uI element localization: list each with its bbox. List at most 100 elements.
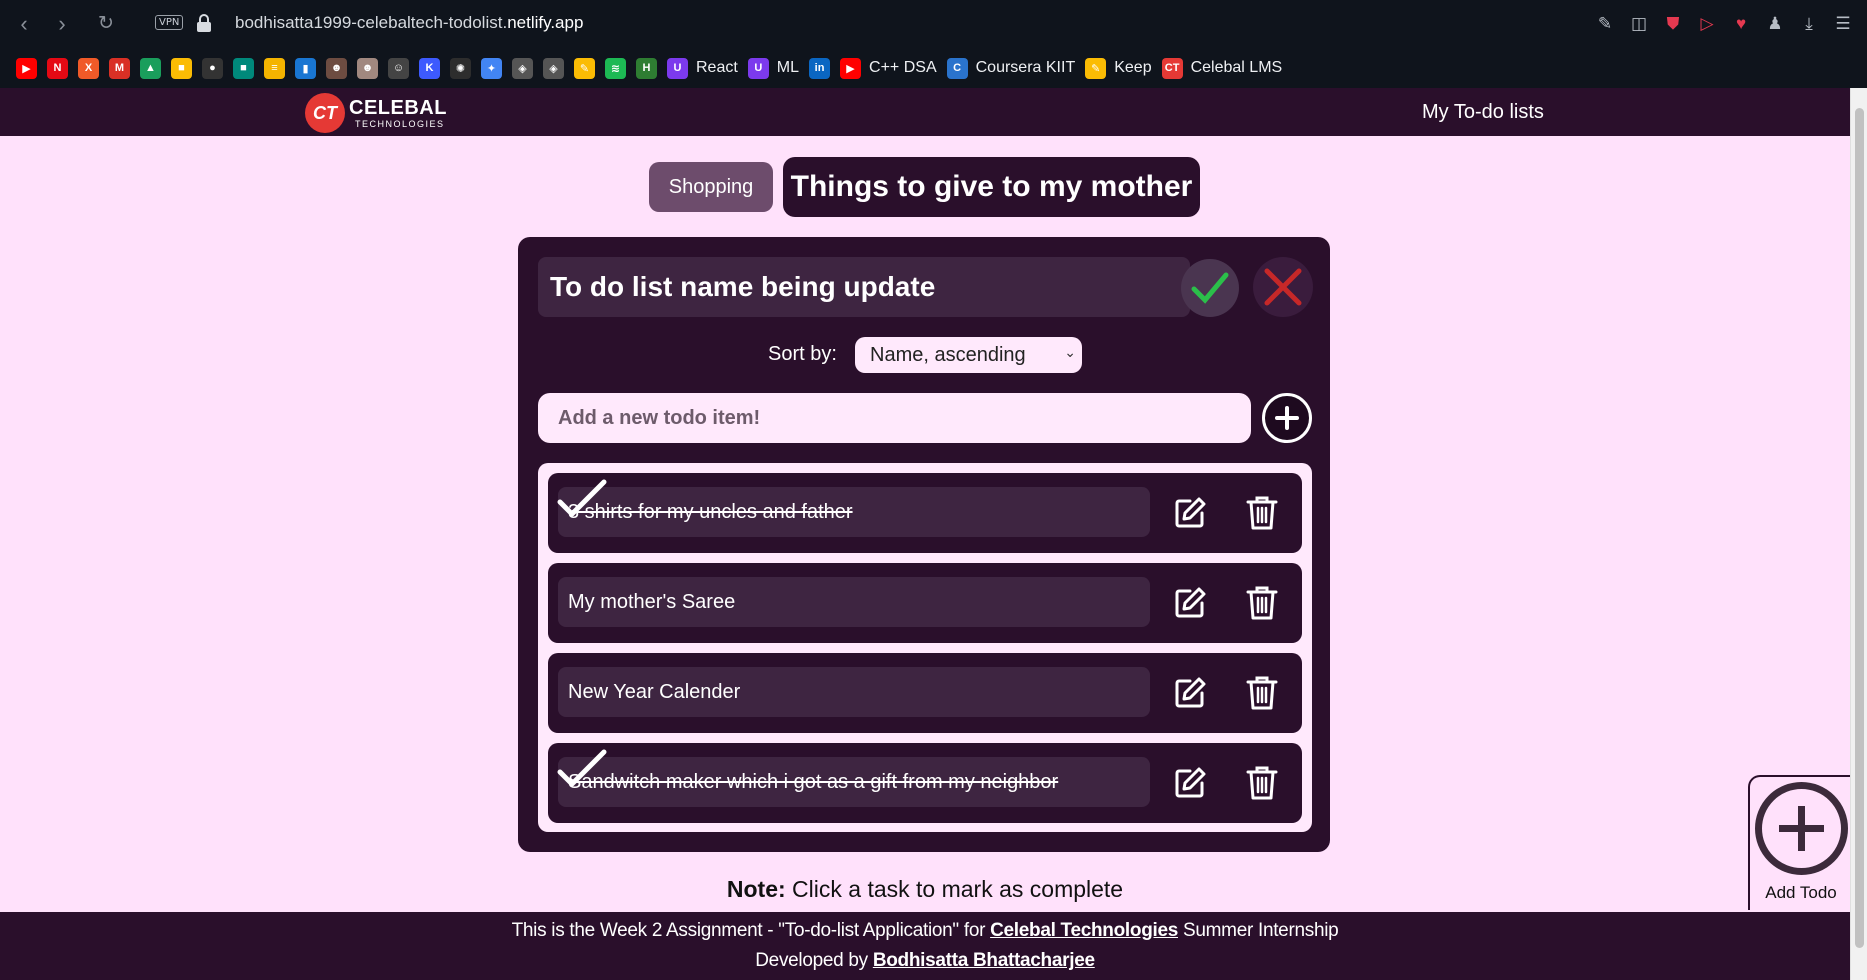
send-icon[interactable]: ▷ [1695,12,1719,36]
add-item-button[interactable] [1262,393,1312,443]
camera-icon[interactable]: ◫ [1627,12,1651,36]
close-icon [1264,268,1302,306]
logo-title: CELEBAL [349,96,447,119]
shield-icon[interactable]: ⛊ [1661,12,1685,36]
tab-shopping[interactable]: Shopping [649,162,773,212]
todo-items-list: 3 shirts for my uncles and father My moth… [538,463,1312,832]
kite-icon: K [419,57,440,79]
keep-note-icon: ✎ [574,57,595,79]
react-icon: U [667,57,688,79]
trash-icon [1246,766,1278,800]
bookmark-item[interactable]: H [636,57,657,79]
bookmark-item[interactable]: ▶ C++ DSA [840,57,937,79]
add-todo-fab[interactable]: Add Todo [1748,775,1850,910]
forward-icon[interactable]: › [50,12,74,36]
bookmark-item[interactable]: M [109,57,130,79]
delete-item-button[interactable] [1242,763,1282,803]
todo-item: Sandwitch maker which i got as a gift fr… [548,743,1302,823]
menu-icon[interactable]: ☰ [1831,12,1855,36]
edit-item-button[interactable] [1170,583,1210,623]
bookmark-item[interactable]: ▮ [295,57,316,79]
profile-icon[interactable]: ♟ [1763,12,1787,36]
bookmark-item[interactable]: X [78,57,99,79]
address-bar[interactable]: bodhisatta1999-celebaltech-todolist.netl… [235,13,583,33]
bookmark-item[interactable]: in [809,57,831,79]
bookmark-label: Keep [1114,59,1152,76]
tab-things-to-give[interactable]: Things to give to my mother [783,157,1200,217]
lock-icon[interactable] [197,14,211,32]
todo-item-text: My mother's Saree [568,590,736,613]
bookmark-item[interactable]: ≋ [605,57,626,79]
todo-item: New Year Calender [548,653,1302,733]
bookmark-item[interactable]: ● [202,57,223,79]
todo-item-text: New Year Calender [568,680,741,703]
author-link[interactable]: Bodhisatta Bhattacharjee [873,950,1095,971]
completion-note: Note: Click a task to mark as complete [726,876,1124,902]
delete-item-button[interactable] [1242,583,1282,623]
delete-item-button[interactable] [1242,493,1282,533]
todo-item: My mother's Saree [548,563,1302,643]
unity2-icon: ◈ [543,57,564,79]
bookmark-item[interactable]: U React [667,57,738,79]
youtube-icon: ▶ [16,57,37,79]
my-todo-lists-link[interactable]: My To-do lists [1422,101,1544,124]
bookmark-item[interactable]: ☺ [388,57,409,79]
sort-label: Sort by: [768,343,837,365]
edit-item-button[interactable] [1170,493,1210,533]
bookmark-item[interactable]: ☻ [357,57,378,79]
bookmark-item[interactable]: ■ [171,57,192,79]
emoji-icon: ☺ [388,57,409,79]
bookmark-label: C++ DSA [869,59,937,76]
edit-icon[interactable]: ✎ [1593,12,1617,36]
bookmark-item[interactable]: ◈ [543,57,564,79]
bookmark-icon: ≡ [264,57,285,79]
edit-item-button[interactable] [1170,673,1210,713]
celebal-logo[interactable]: CT CELEBAL TECHNOLOGIES [305,93,447,133]
delete-item-button[interactable] [1242,673,1282,713]
bookmark-item[interactable]: K [419,57,440,79]
bookmark-item[interactable]: ☻ [326,57,347,79]
bookmark-item[interactable]: ✎ [574,57,595,79]
reload-icon[interactable]: ↻ [94,12,118,36]
celebal-link[interactable]: Celebal Technologies [990,920,1178,941]
new-todo-input[interactable] [538,393,1251,443]
scrollbar-thumb[interactable] [1855,108,1864,948]
bookmark-item[interactable]: ◈ [512,57,533,79]
photos-icon: ■ [171,57,192,79]
bookmarks-bar: ▶ N X M ▲ ■ ● ■ ≡ ▮ ☻ ☻ ☺ K ✺ ✦ ◈ ◈ ✎ ≋ H U React U ML in ▶ C++ DSA… [0,48,1867,88]
todo-item-text-box[interactable]: My mother's Saree [558,577,1150,627]
edit-icon [1175,677,1206,708]
bookmark-item[interactable]: ✦ [481,57,502,79]
bookmark-item[interactable]: ■ [233,57,254,79]
bookmark-item[interactable]: CT Celebal LMS [1161,57,1282,79]
list-name-input[interactable] [538,257,1190,317]
todo-item-text-box[interactable]: Sandwitch maker which i got as a gift fr… [558,757,1150,807]
bookmark-item[interactable]: U ML [747,57,799,79]
bookmark-item[interactable]: N [47,57,68,79]
back-icon[interactable]: ‹ [12,12,36,36]
confirm-rename-button[interactable] [1181,259,1239,317]
todo-item-text: 3 shirts for my uncles and father [568,500,853,523]
bookmark-item[interactable]: ▲ [140,57,161,79]
todo-item-text-box[interactable]: 3 shirts for my uncles and father [558,487,1150,537]
page-scrollbar[interactable] [1850,88,1867,980]
cancel-rename-button[interactable] [1253,257,1313,317]
keep-icon: ✎ [1085,57,1107,79]
github-icon: ● [202,57,223,79]
sort-select[interactable]: Name, ascending ⌄ [855,337,1082,373]
vpn-badge[interactable]: VPN [155,15,184,30]
logo-subtitle: TECHNOLOGIES [355,118,445,129]
heart-icon[interactable]: ♥ [1729,12,1753,36]
bookmark-item[interactable]: ▶ [16,57,37,79]
completed-check-icon [556,476,608,525]
bookmark-item[interactable]: ≡ [264,57,285,79]
todo-item-text-box[interactable]: New Year Calender [558,667,1150,717]
edit-item-button[interactable] [1170,763,1210,803]
bookmark-item[interactable]: ✺ [450,57,471,79]
download-icon[interactable]: ⤓ [1797,12,1821,36]
drive-icon: ▲ [140,57,161,79]
bookmark-item[interactable]: C Coursera KIIT [946,57,1075,79]
linkedin-icon: in [809,57,831,79]
bookmark-item[interactable]: ✎ Keep [1085,57,1152,79]
check-icon [1191,272,1229,304]
